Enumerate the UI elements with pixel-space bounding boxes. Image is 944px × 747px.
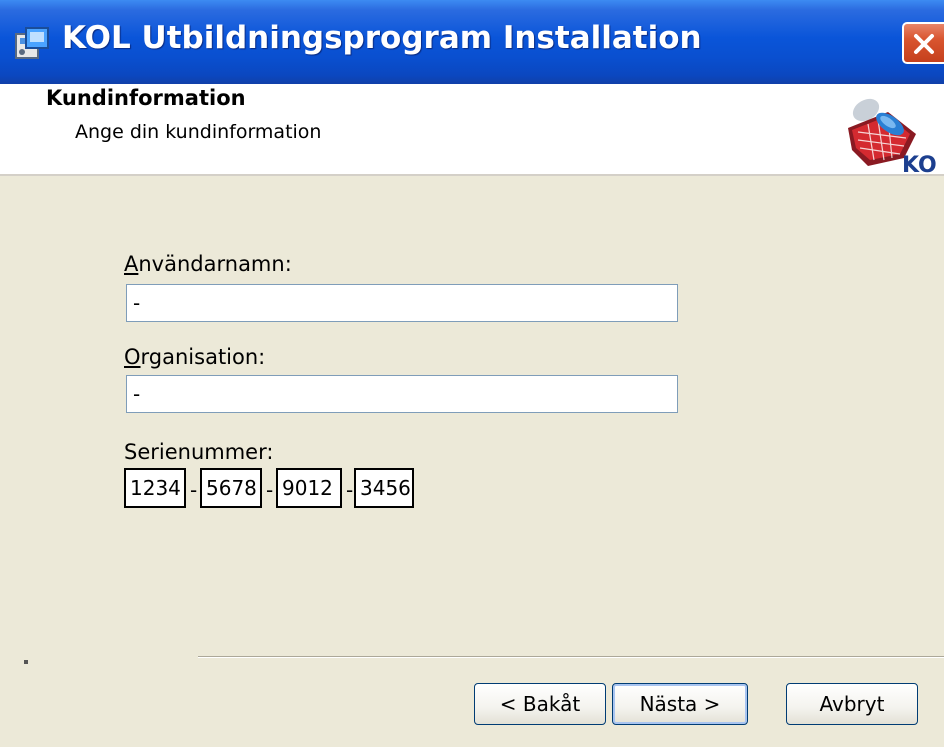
installer-window: KOL Utbildningsprogram Installation Kund…	[0, 0, 944, 747]
username-label: Användarnamn:	[124, 252, 292, 276]
status-dot	[24, 660, 28, 664]
title-bar[interactable]: KOL Utbildningsprogram Installation	[0, 0, 944, 84]
organisation-input[interactable]: -	[126, 375, 678, 413]
organisation-label: Organisation:	[124, 345, 266, 369]
back-button[interactable]: < Bakåt	[474, 683, 606, 725]
username-input[interactable]: -	[126, 284, 678, 322]
kol-logo-text: KOL	[902, 153, 938, 178]
button-separator	[198, 656, 944, 658]
serial-label: Serienummer:	[124, 440, 274, 464]
installer-app-icon	[15, 27, 49, 59]
serial-separator: -	[346, 478, 354, 502]
serial-separator: -	[266, 478, 274, 502]
cancel-button[interactable]: Avbryt	[786, 683, 918, 725]
serial-separator: -	[190, 478, 198, 502]
serial-part-3[interactable]: 9012	[276, 468, 342, 508]
close-icon	[914, 34, 934, 54]
close-button[interactable]	[902, 22, 944, 64]
header-subtitle: Ange din kundinformation	[75, 121, 322, 143]
serial-part-1[interactable]: 1234	[124, 468, 186, 508]
kol-logo: KOL	[848, 98, 938, 178]
next-button[interactable]: Nästa >	[612, 683, 748, 725]
window-title: KOL Utbildningsprogram Installation	[62, 20, 702, 56]
serial-part-2[interactable]: 5678	[200, 468, 262, 508]
header-title: Kundinformation	[46, 86, 246, 110]
serial-part-4[interactable]: 3456	[354, 468, 414, 508]
